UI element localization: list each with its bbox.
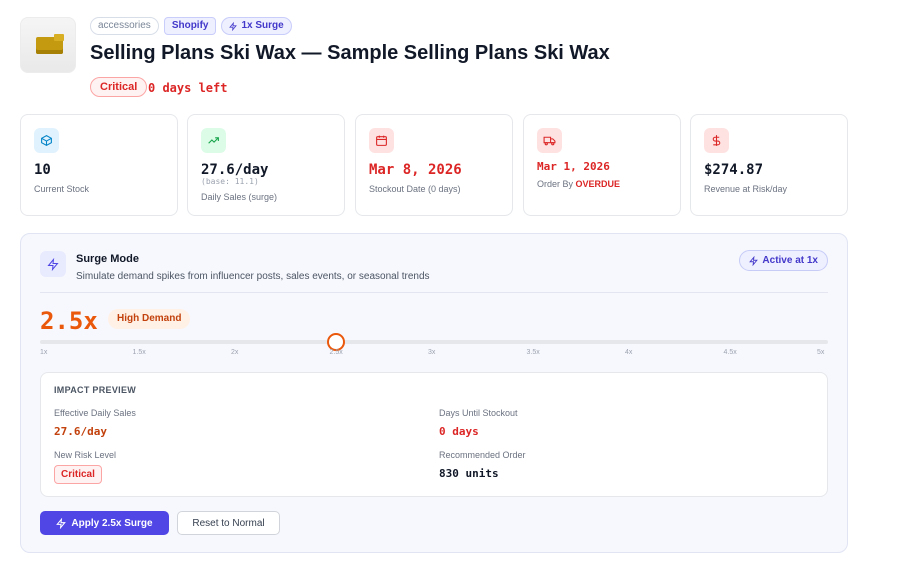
slider-tick: 1.5x <box>132 349 146 356</box>
risk-badge: Critical <box>90 77 148 97</box>
stockout-value: Mar 8, 2026 <box>369 162 462 178</box>
revenue-label: Revenue at Risk/day <box>704 184 788 194</box>
surge-multiplier: 2.5x <box>40 307 98 335</box>
slider-tick: 3.5x <box>526 349 540 356</box>
bolt-icon <box>56 517 67 529</box>
sales-base: (base: 11.1) <box>201 177 259 186</box>
stock-label: Current Stock <box>34 184 90 194</box>
truck-icon <box>537 128 562 153</box>
overdue-badge: OVERDUE <box>575 179 621 189</box>
surge-panel: Surge Mode Simulate demand spikes from i… <box>20 233 848 553</box>
stock-value: 10 <box>34 162 51 178</box>
recommended-order-value: 830 units <box>439 467 499 480</box>
slider-tick: 5x <box>817 349 825 356</box>
surge-slider-track[interactable] <box>40 340 828 344</box>
slider-tick: 4.5x <box>723 349 737 356</box>
stat-card-stock: 10 Current Stock <box>20 114 178 216</box>
reset-button[interactable]: Reset to Normal <box>177 511 280 535</box>
product-image <box>20 17 76 73</box>
impact-heading: IMPACT PREVIEW <box>54 385 137 395</box>
effective-sales-value: 27.6/day <box>54 425 107 438</box>
recommended-order-label: Recommended Order <box>439 450 526 460</box>
risk-level-badge: Critical <box>54 465 102 484</box>
order-by-label: Order By OVERDUE <box>537 179 620 189</box>
bolt-icon <box>229 21 238 31</box>
apply-surge-button[interactable]: Apply 2.5x Surge <box>40 511 169 535</box>
slider-tick: 4x <box>625 349 633 356</box>
sales-value: 27.6/day <box>201 162 269 178</box>
dollar-icon <box>704 128 729 153</box>
platform-tag: Shopify <box>163 17 217 35</box>
stat-card-stockout: Mar 8, 2026 Stockout Date (0 days) <box>355 114 513 216</box>
slider-tick: 2x <box>231 349 239 356</box>
stat-card-order-by: Mar 1, 2026 Order By OVERDUE <box>523 114 681 216</box>
surge-tag-label: 1x Surge <box>241 20 284 31</box>
product-tags: accessories Shopify 1x Surge <box>90 17 292 35</box>
surge-title: Surge Mode <box>76 253 139 265</box>
surge-active-label: Active at 1x <box>762 255 818 266</box>
revenue-value: $274.87 <box>704 162 764 178</box>
sales-label: Daily Sales (surge) <box>201 192 278 202</box>
category-tag: accessories <box>90 17 159 35</box>
order-by-value: Mar 1, 2026 <box>537 160 610 173</box>
surge-tag: 1x Surge <box>221 17 292 35</box>
slider-tick: 3x <box>428 349 436 356</box>
stat-card-sales: 27.6/day (base: 11.1) Daily Sales (surge… <box>187 114 345 216</box>
surge-active-badge: Active at 1x <box>739 250 828 271</box>
divider <box>40 292 828 293</box>
impact-preview: IMPACT PREVIEW Effective Daily Sales 27.… <box>40 372 828 497</box>
days-until-label: Days Until Stockout <box>439 408 518 418</box>
slider-tick: 1x <box>40 349 48 356</box>
effective-sales-label: Effective Daily Sales <box>54 408 136 418</box>
trending-up-icon <box>201 128 226 153</box>
risk-level-label: New Risk Level <box>54 450 117 460</box>
days-left: 0 days left <box>148 81 228 95</box>
demand-badge: High Demand <box>108 309 191 329</box>
page-title: Selling Plans Ski Wax — Sample Selling P… <box>90 42 610 64</box>
box-icon <box>34 128 59 153</box>
stat-card-revenue: $274.87 Revenue at Risk/day <box>690 114 848 216</box>
apply-surge-label: Apply 2.5x Surge <box>71 517 153 529</box>
bolt-icon <box>749 255 759 266</box>
calendar-icon <box>369 128 394 153</box>
order-by-prefix: Order By <box>537 179 574 189</box>
days-until-value: 0 days <box>439 425 479 438</box>
bolt-icon <box>40 251 66 277</box>
slider-tick: 2.5x <box>329 349 343 356</box>
stockout-label: Stockout Date (0 days) <box>369 184 461 194</box>
surge-description: Simulate demand spikes from influencer p… <box>76 271 430 282</box>
